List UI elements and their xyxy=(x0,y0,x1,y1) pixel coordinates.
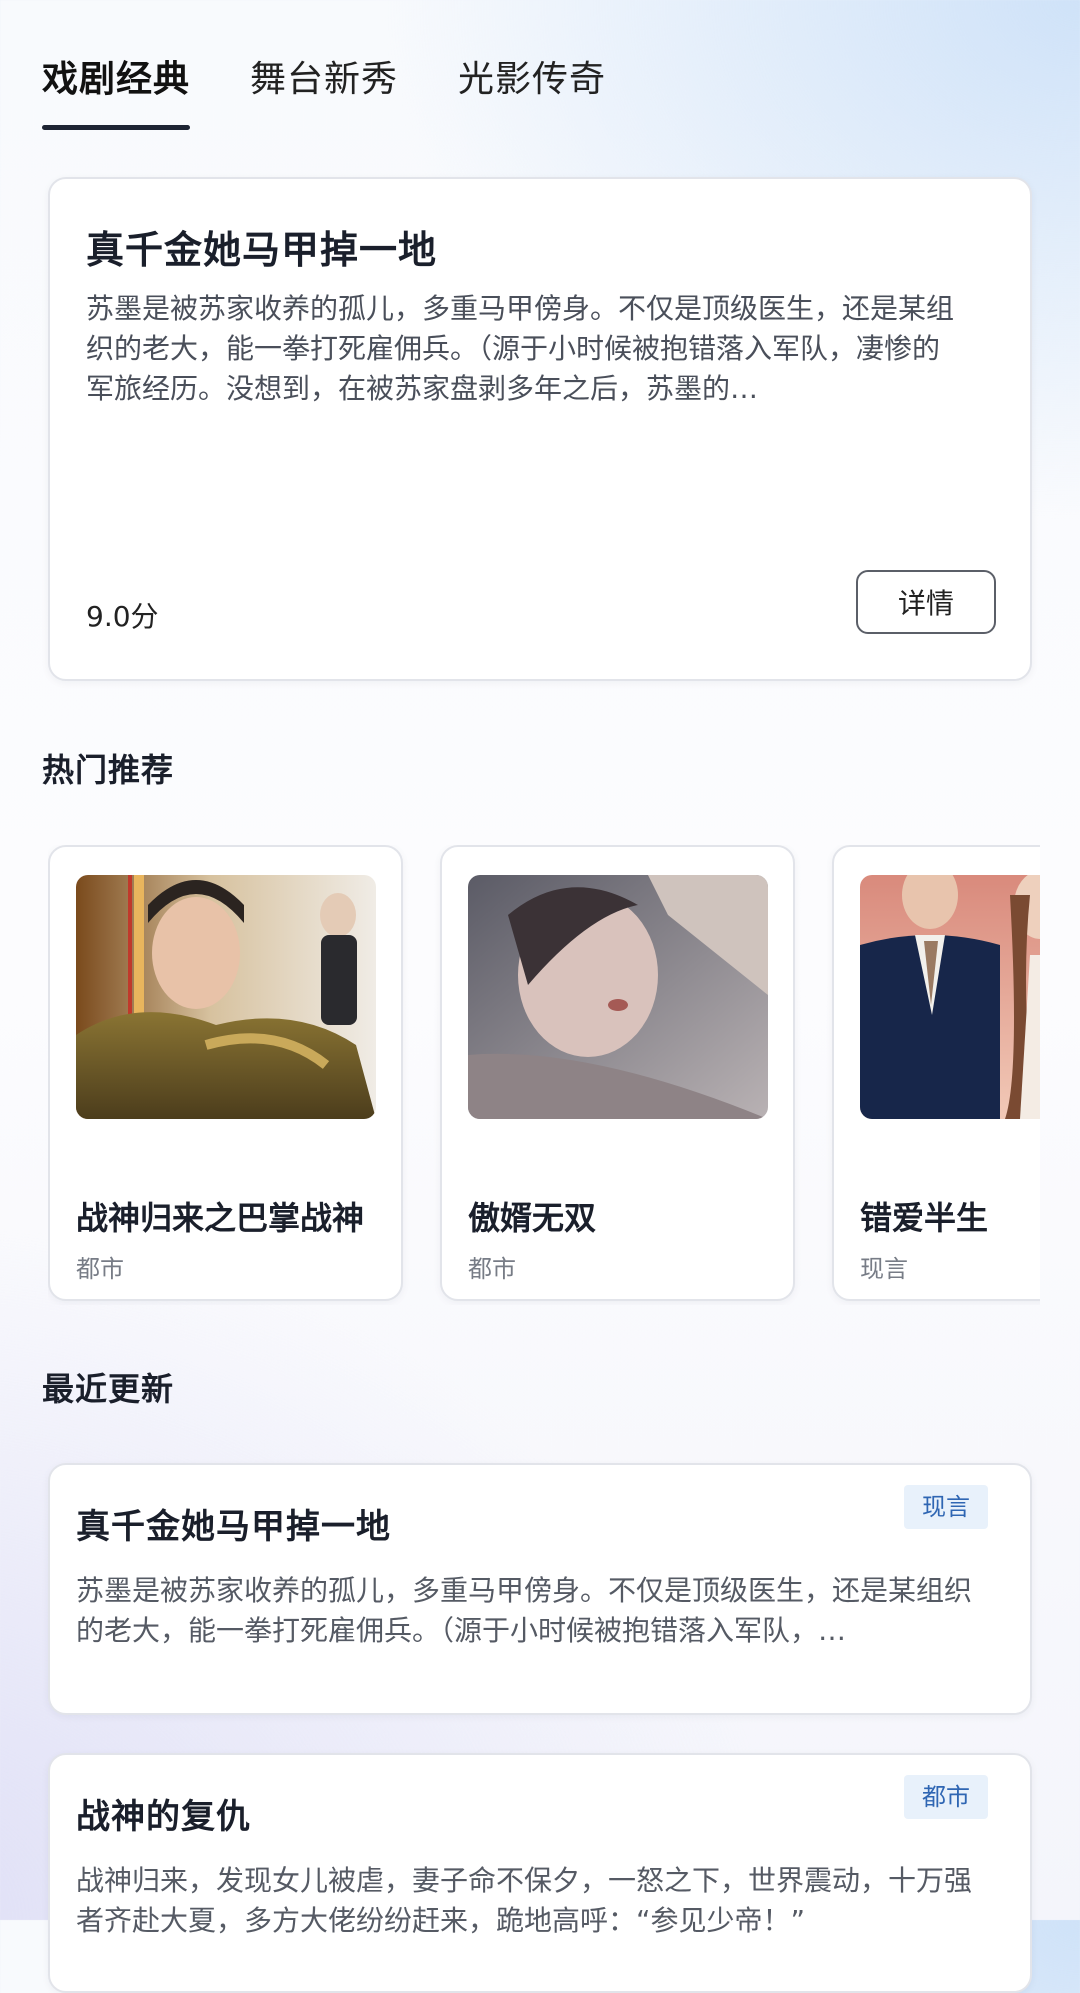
recent-card[interactable]: 战神的复仇 都市 战神归来，发现女儿被虐，妻子命不保夕，一怒之下，世界震动，十万… xyxy=(48,1753,1032,1993)
hot-card[interactable]: 战神归来之巴掌战神 都市 xyxy=(48,845,403,1301)
recent-card-description: 苏墨是被苏家收养的孤儿，多重马甲傍身。不仅是顶级医生，还是某组织的老大，能一拳打… xyxy=(76,1574,973,1647)
poster-armored-warrior xyxy=(76,875,376,1119)
hot-card[interactable]: 错爱半生 现言 xyxy=(832,845,1040,1301)
recent-card-description: 战神归来，发现女儿被虐，妻子命不保夕，一怒之下，世界震动，十万强者齐赴大夏，多方… xyxy=(76,1864,973,1937)
hot-card-title: 傲婿无双 xyxy=(468,1199,597,1237)
featured-card[interactable]: 真千金她马甲掉一地 苏墨是被苏家收养的孤儿，多重马甲傍身。不仅是顶级医生，还是某… xyxy=(48,177,1032,681)
tab-light-shadow-legends[interactable]: 光影传奇 xyxy=(458,52,606,132)
genre-tag: 都市 xyxy=(904,1775,988,1819)
details-button[interactable]: 详情 xyxy=(856,570,996,634)
hot-carousel[interactable]: 战神归来之巴掌战神 都市 傲婿无双 都市 错爱半生 现言 xyxy=(48,845,1040,1305)
hot-card-genre: 都市 xyxy=(468,1255,516,1283)
hot-card-genre: 现言 xyxy=(860,1255,908,1283)
tab-drama-classics[interactable]: 戏剧经典 xyxy=(42,52,191,132)
featured-description: 苏墨是被苏家收养的孤儿，多重马甲傍身。不仅是顶级医生，还是某组织的老大，能一拳打… xyxy=(86,292,955,405)
tab-label: 戏剧经典 xyxy=(42,59,191,100)
hot-card-genre: 都市 xyxy=(76,1255,124,1283)
recent-card[interactable]: 真千金她马甲掉一地 现言 苏墨是被苏家收养的孤儿，多重马甲傍身。不仅是顶级医生，… xyxy=(48,1463,1032,1715)
recent-card-title: 战神的复仇 xyxy=(76,1797,251,1837)
poster-romance-closeup xyxy=(468,875,768,1119)
hot-card[interactable]: 傲婿无双 都市 xyxy=(440,845,795,1301)
hot-card-title: 战神归来之巴掌战神 xyxy=(76,1199,365,1237)
tab-stage-newcomers[interactable]: 舞台新秀 xyxy=(250,52,398,132)
category-tabs: 戏剧经典 舞台新秀 光影传奇 xyxy=(42,52,666,132)
genre-tag: 现言 xyxy=(904,1485,988,1529)
featured-title: 真千金她马甲掉一地 xyxy=(86,228,438,272)
tab-label: 光影传奇 xyxy=(458,59,607,100)
recent-card-title: 真千金她马甲掉一地 xyxy=(76,1507,391,1547)
featured-score: 9.0分 xyxy=(86,600,159,633)
poster-couple-suits xyxy=(860,875,1040,1119)
active-tab-indicator xyxy=(42,125,191,130)
tab-label: 舞台新秀 xyxy=(250,59,399,100)
hot-section-heading: 热门推荐 xyxy=(42,751,175,789)
recent-section-heading: 最近更新 xyxy=(42,1370,175,1408)
hot-card-title: 错爱半生 xyxy=(860,1199,989,1237)
